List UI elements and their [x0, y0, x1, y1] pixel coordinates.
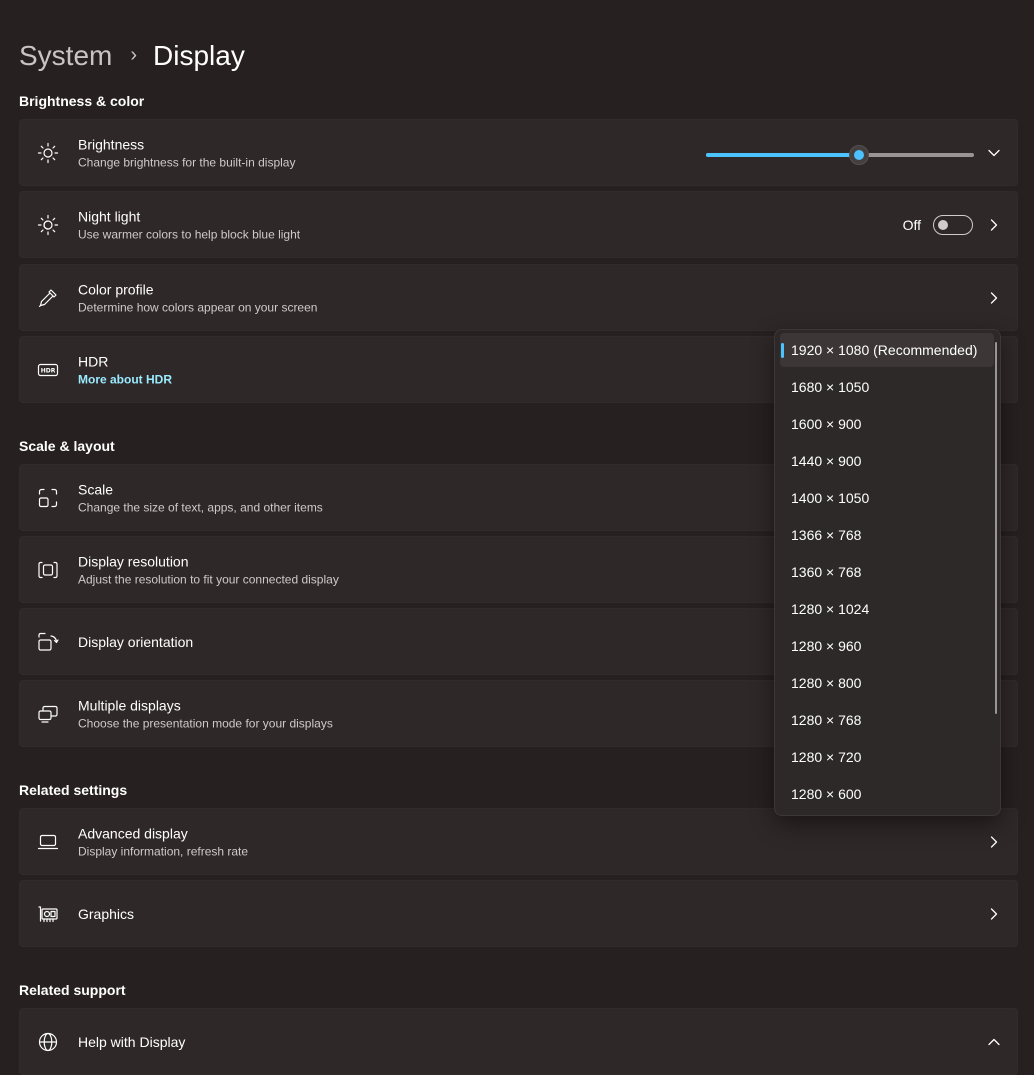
resolution-option-label: 1280 × 600	[791, 786, 862, 802]
graphics-card-icon	[37, 903, 59, 925]
dropdown-scrollbar[interactable]	[995, 342, 997, 714]
sun-icon	[37, 142, 59, 164]
scale-title: Scale	[78, 481, 114, 497]
resolution-option-label: 1366 × 768	[791, 527, 862, 543]
laptop-icon	[37, 831, 59, 853]
breadcrumb: System › Display	[19, 36, 245, 76]
resolution-option[interactable]: 1360 × 768	[780, 555, 994, 589]
selected-indicator	[781, 343, 784, 358]
multiple-displays-title: Multiple displays	[78, 697, 181, 713]
help-with-display-card[interactable]: Help with Display	[19, 1008, 1018, 1075]
resolution-option[interactable]: 1400 × 1050	[780, 481, 994, 515]
resolution-option-label: 1280 × 768	[791, 712, 862, 728]
color-profile-title: Color profile	[78, 281, 154, 297]
display-orientation-title: Display orientation	[78, 633, 194, 650]
section-title-related-settings: Related settings	[19, 782, 128, 798]
resolution-option[interactable]: 1680 × 1050	[780, 370, 994, 404]
night-light-state: Off	[902, 216, 921, 233]
night-light-subtitle: Use warmer colors to help block blue lig…	[78, 227, 301, 241]
resolution-option-label: 1600 × 900	[791, 416, 862, 432]
eyedropper-icon	[37, 287, 59, 309]
graphics-title: Graphics	[78, 905, 135, 922]
chevron-right-icon[interactable]	[987, 907, 1001, 921]
color-profile-card[interactable]: Color profile Determine how colors appea…	[19, 264, 1018, 331]
scale-subtitle: Change the size of text, apps, and other…	[78, 500, 323, 514]
resolution-option-label: 1440 × 900	[791, 453, 862, 469]
more-about-hdr-link[interactable]: More about HDR	[78, 371, 172, 387]
resolution-option[interactable]: 1440 × 900	[780, 444, 994, 478]
resolution-option-label: 1920 × 1080 (Recommended)	[791, 342, 978, 358]
orientation-icon	[37, 631, 59, 653]
brightness-subtitle: Change brightness for the built-in displ…	[78, 155, 296, 169]
hdr-icon: HDR	[37, 359, 59, 381]
night-light-icon	[37, 214, 59, 236]
resolution-option[interactable]: 1280 × 720	[780, 740, 994, 774]
resolution-option[interactable]: 1280 × 768	[780, 703, 994, 737]
multiple-displays-subtitle: Choose the presentation mode for your di…	[78, 716, 333, 730]
chevron-right-icon[interactable]	[987, 835, 1001, 849]
advanced-display-title: Advanced display	[78, 825, 188, 841]
display-resolution-subtitle: Adjust the resolution to fit your connec…	[78, 572, 339, 586]
resolution-option[interactable]: 1280 × 600	[780, 777, 994, 811]
brightness-card[interactable]: Brightness Change brightness for the bui…	[19, 119, 1018, 186]
brightness-title: Brightness	[78, 136, 145, 152]
resolution-option[interactable]: 1280 × 800	[780, 666, 994, 700]
chevron-right-icon[interactable]	[987, 291, 1001, 305]
section-title-related-support: Related support	[19, 982, 126, 998]
resolution-option[interactable]: 1920 × 1080 (Recommended)	[780, 333, 994, 367]
resolution-option[interactable]: 1366 × 768	[780, 518, 994, 552]
resolution-option-label: 1280 × 1024	[791, 601, 870, 617]
resolution-option-label: 1280 × 960	[791, 638, 862, 654]
scale-icon	[37, 487, 59, 509]
chevron-right-icon[interactable]	[987, 218, 1001, 232]
chevron-down-icon[interactable]	[987, 146, 1001, 160]
advanced-display-subtitle: Display information, refresh rate	[78, 844, 249, 858]
resolution-option[interactable]: 1600 × 900	[780, 407, 994, 441]
svg-text:HDR: HDR	[41, 367, 56, 374]
advanced-display-card[interactable]: Advanced display Display information, re…	[19, 808, 1018, 875]
toggle-knob	[938, 219, 948, 230]
page-title: Display	[153, 40, 245, 71]
slider-thumb[interactable]	[848, 145, 869, 165]
night-light-card[interactable]: Night light Use warmer colors to help bl…	[19, 191, 1018, 258]
chevron-up-icon[interactable]	[987, 1035, 1001, 1049]
section-title-scale-layout: Scale & layout	[19, 438, 115, 454]
resolution-icon	[37, 559, 59, 581]
color-profile-subtitle: Determine how colors appear on your scre…	[78, 300, 318, 314]
graphics-card[interactable]: Graphics	[19, 880, 1018, 947]
hdr-title: HDR	[78, 353, 109, 369]
night-light-toggle[interactable]	[933, 214, 973, 235]
multiple-displays-icon	[37, 703, 59, 725]
resolution-option-label: 1280 × 720	[791, 749, 862, 765]
resolution-option-label: 1400 × 1050	[791, 490, 870, 506]
slider-fill	[706, 153, 859, 157]
brightness-slider[interactable]	[706, 145, 974, 165]
resolution-option-label: 1280 × 800	[791, 675, 862, 691]
resolution-option-label: 1680 × 1050	[791, 379, 870, 395]
resolution-option[interactable]: 1280 × 960	[780, 629, 994, 663]
resolution-option-label: 1360 × 768	[791, 564, 862, 580]
breadcrumb-system-link[interactable]: System	[19, 40, 112, 72]
breadcrumb-separator: ›	[130, 43, 138, 66]
globe-icon	[37, 1031, 59, 1053]
help-with-display-title: Help with Display	[78, 1033, 186, 1050]
resolution-option[interactable]: 1280 × 1024	[780, 592, 994, 626]
night-light-title: Night light	[78, 208, 141, 224]
section-title-brightness-color: Brightness & color	[19, 93, 145, 109]
display-resolution-title: Display resolution	[78, 553, 189, 569]
resolution-dropdown-list[interactable]: 1920 × 1080 (Recommended) 1680 × 1050 1600…	[774, 329, 1001, 816]
